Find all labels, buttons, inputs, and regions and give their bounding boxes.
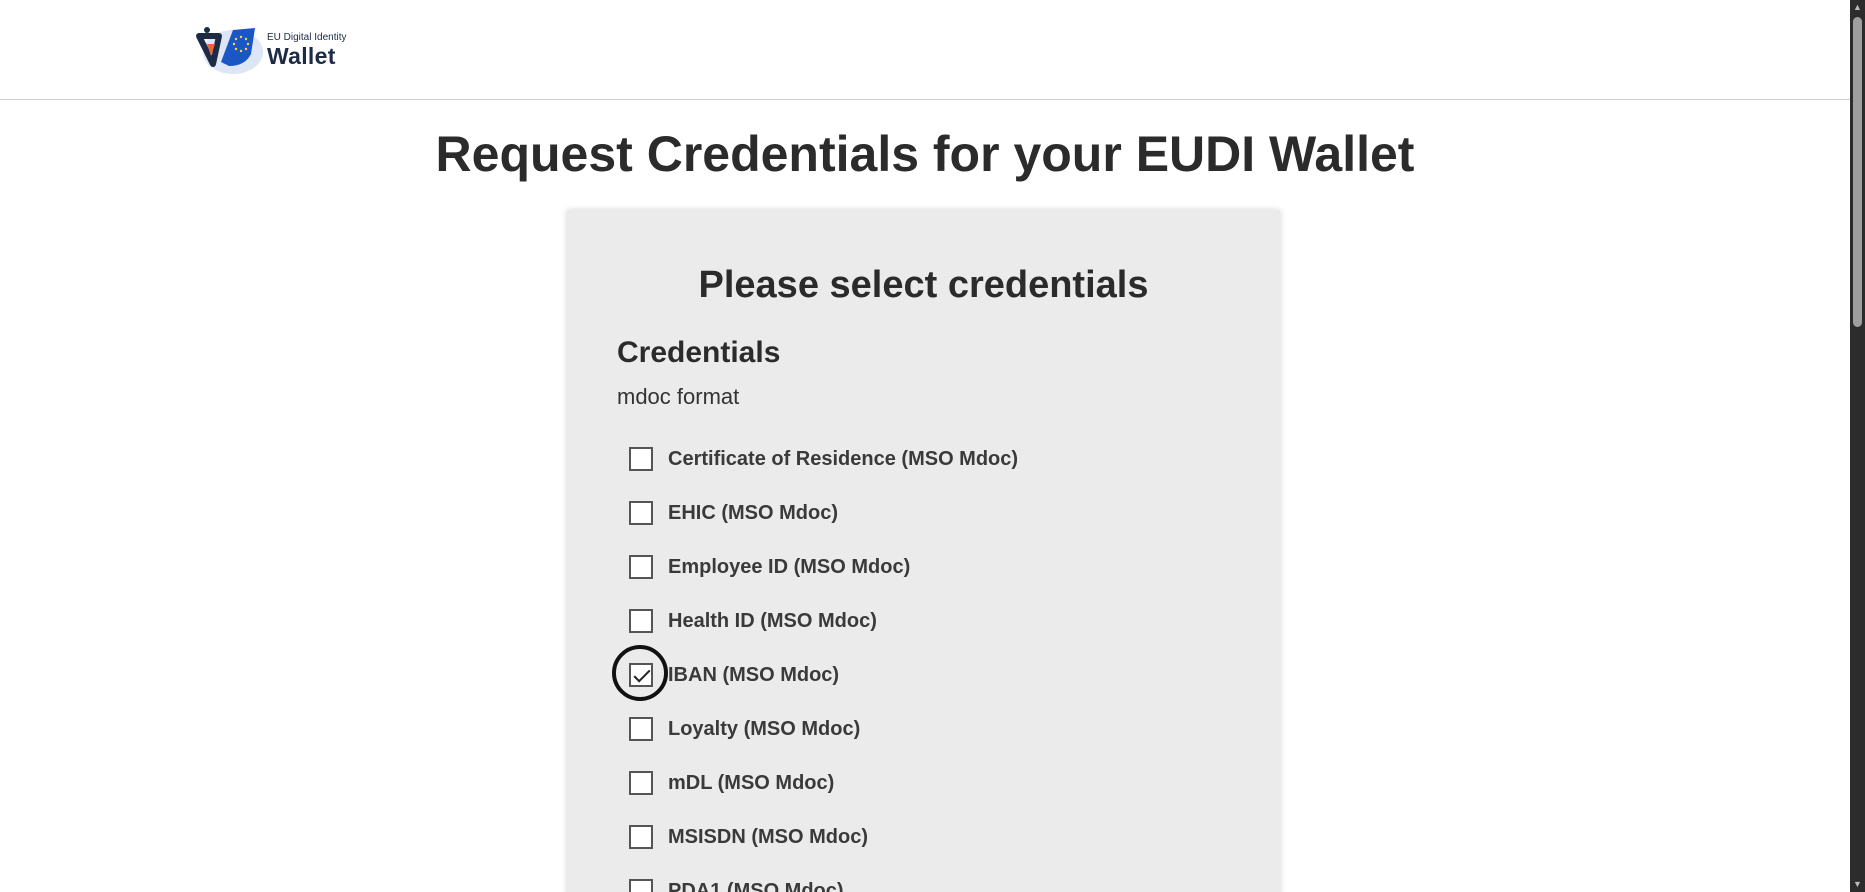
credential-checkbox[interactable] (629, 609, 653, 633)
credential-label[interactable]: EHIC (MSO Mdoc) (668, 502, 838, 525)
credential-item[interactable]: Health ID (MSO Mdoc) (629, 594, 1018, 648)
credential-checkbox[interactable] (629, 879, 653, 892)
credential-checkbox[interactable] (629, 555, 653, 579)
logo-title: Wallet (267, 43, 336, 69)
eudi-wallet-logo[interactable]: EU Digital Identity Wallet (193, 24, 353, 76)
credential-item[interactable]: Employee ID (MSO Mdoc) (629, 540, 1018, 594)
credential-checkbox[interactable] (629, 447, 653, 471)
credential-list: Certificate of Residence (MSO Mdoc) EHIC… (612, 432, 1018, 892)
format-label: mdoc format (617, 384, 740, 409)
section-title: Credentials (617, 336, 781, 369)
page-title: Request Credentials for your EUDI Wallet (435, 126, 1415, 182)
credential-item[interactable]: mDL (MSO Mdoc) (629, 756, 1018, 810)
credential-item-iban[interactable]: IBAN (MSO Mdoc) (612, 645, 1018, 702)
wallet-logo-icon (193, 24, 265, 76)
credential-label[interactable]: Loyalty (MSO Mdoc) (668, 718, 860, 741)
credential-item[interactable]: EHIC (MSO Mdoc) (629, 486, 1018, 540)
credential-item[interactable]: PDA1 (MSO Mdoc) (629, 864, 1018, 892)
site-header: EU Digital Identity Wallet (0, 0, 1850, 100)
credential-item[interactable]: Loyalty (MSO Mdoc) (629, 702, 1018, 756)
scroll-up-arrow-icon[interactable]: ▲ (1850, 0, 1865, 15)
credential-label[interactable]: Health ID (MSO Mdoc) (668, 610, 877, 633)
credential-label[interactable]: MSISDN (MSO Mdoc) (668, 826, 868, 849)
logo-text: EU Digital Identity Wallet (267, 32, 346, 68)
credential-checkbox[interactable] (629, 663, 653, 687)
credential-selection-card: Please select credentials Credentials md… (567, 210, 1280, 892)
credential-label[interactable]: Employee ID (MSO Mdoc) (668, 556, 910, 579)
credential-item[interactable]: Certificate of Residence (MSO Mdoc) (629, 432, 1018, 486)
credential-label[interactable]: IBAN (MSO Mdoc) (668, 664, 839, 687)
credential-label[interactable]: Certificate of Residence (MSO Mdoc) (668, 448, 1018, 471)
credential-label[interactable]: mDL (MSO Mdoc) (668, 772, 834, 795)
page: EU Digital Identity Wallet Request Crede… (0, 0, 1865, 892)
credential-checkbox[interactable] (629, 501, 653, 525)
credential-checkbox[interactable] (629, 717, 653, 741)
credential-label[interactable]: PDA1 (MSO Mdoc) (668, 880, 844, 892)
credential-checkbox[interactable] (629, 825, 653, 849)
scrollbar-thumb[interactable] (1853, 17, 1862, 327)
vertical-scrollbar[interactable]: ▲ ▼ (1850, 0, 1865, 892)
credential-checkbox[interactable] (629, 771, 653, 795)
credential-item[interactable]: MSISDN (MSO Mdoc) (629, 810, 1018, 864)
card-title: Please select credentials (698, 264, 1149, 306)
scroll-down-arrow-icon[interactable]: ▼ (1850, 877, 1865, 892)
